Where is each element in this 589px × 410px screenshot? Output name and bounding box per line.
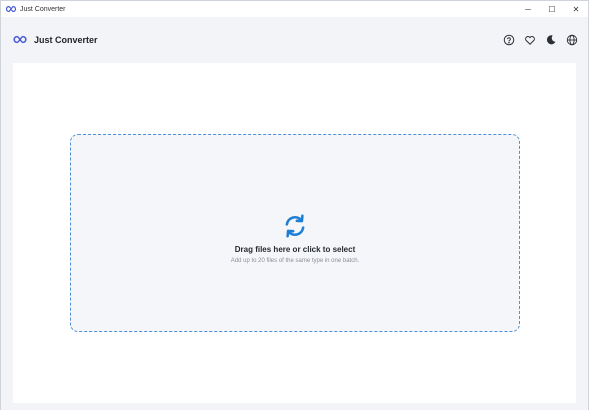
header-actions [502,33,578,46]
theme-toggle-button[interactable] [544,33,557,46]
window-title: Just Converter [20,5,66,13]
window-controls: ─ ☐ ✕ [516,1,588,17]
brand: Just Converter [13,35,98,45]
app-logo-icon [6,4,16,14]
globe-icon [566,34,577,45]
maximize-button[interactable]: ☐ [540,1,564,17]
favorite-button[interactable] [523,33,536,46]
moon-icon [546,34,555,44]
app-window: Just Converter ─ ☐ ✕ Just Converter Drag… [0,0,589,410]
bottom-margin [1,403,588,410]
app-name: Just Converter [34,34,98,45]
dropzone-subtitle: Add up to 20 files of the same type in o… [230,257,360,264]
main-panel: Drag files here or click to select Add u… [13,63,576,403]
sync-arrows-icon [285,214,305,237]
heart-icon [524,35,535,45]
app-header: Just Converter [1,17,588,70]
help-circle-icon [503,34,514,45]
file-dropzone[interactable]: Drag files here or click to select Add u… [70,134,520,332]
title-bar[interactable]: Just Converter ─ ☐ ✕ [1,1,588,17]
minimize-button[interactable]: ─ [516,1,540,17]
language-button[interactable] [565,33,578,46]
close-button[interactable]: ✕ [564,1,588,17]
infinity-logo-icon [13,35,27,45]
help-button[interactable] [502,33,515,46]
dropzone-title: Drag files here or click to select [234,244,356,254]
